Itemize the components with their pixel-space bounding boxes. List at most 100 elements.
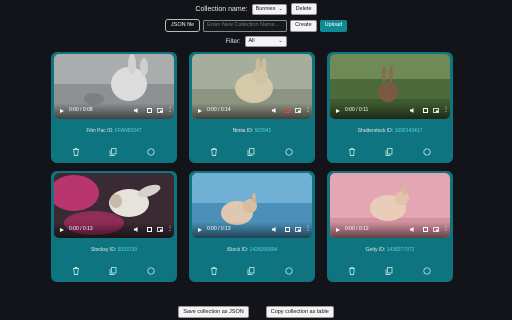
volume-icon[interactable] <box>410 227 416 232</box>
video-controls: 0:00 / 0:13 ⋮ <box>192 222 312 238</box>
play-icon[interactable] <box>198 109 202 113</box>
video-player[interactable]: 0:00 / 0:12 ⋮ <box>330 173 450 238</box>
video-caption: Getty ID: 1438277972 <box>327 247 453 253</box>
fullscreen-icon[interactable] <box>423 108 428 113</box>
source-label: Stocksy ID: <box>90 247 117 253</box>
card-actions <box>327 148 453 156</box>
trash-icon[interactable] <box>348 267 356 275</box>
trash-icon[interactable] <box>348 148 356 156</box>
source-id: 1438277972 <box>386 247 415 253</box>
video-card: 0:00 / 0:11 ⋮ Shutterstock ID: 109014341… <box>327 52 453 163</box>
filter-label: Filter: <box>225 38 241 45</box>
play-icon[interactable] <box>60 228 64 232</box>
video-card: 0:00 / 0:13 ⋮ iStock ID: 1428266894 <box>189 171 315 282</box>
filter-select[interactable]: All ⌄ <box>244 36 287 47</box>
more-icon[interactable]: ⋮ <box>443 107 449 113</box>
video-time: 0:00 / 0:08 <box>69 107 93 113</box>
video-player[interactable]: 0:00 / 0:08 ⋮ <box>54 54 174 119</box>
card-actions <box>51 267 177 275</box>
footer-actions: Save collection as JSON Copy collection … <box>0 306 512 318</box>
copy-icon[interactable] <box>385 267 393 275</box>
pip-icon[interactable] <box>433 108 439 113</box>
card-actions <box>51 148 177 156</box>
video-time: 0:00 / 0:12 <box>345 226 369 232</box>
pip-icon[interactable] <box>295 108 301 113</box>
video-caption: Film Pac ID: FFAN83347 <box>51 128 177 134</box>
copy-icon[interactable] <box>109 148 117 156</box>
copy-icon[interactable] <box>385 148 393 156</box>
filter-select-value: All <box>248 38 255 44</box>
source-label: Shutterstock ID: <box>357 128 394 134</box>
source-id: 5033739 <box>117 247 138 253</box>
circle-icon[interactable] <box>423 148 431 156</box>
create-button[interactable]: Create <box>290 19 317 32</box>
source-label: Film Pac ID: <box>86 128 114 134</box>
circle-icon[interactable] <box>423 267 431 275</box>
delete-button[interactable]: Delete <box>290 3 317 15</box>
trash-icon[interactable] <box>72 148 80 156</box>
more-icon[interactable]: ⋮ <box>167 226 173 232</box>
source-id: 1428266894 <box>249 247 278 253</box>
trash-icon[interactable] <box>72 267 80 275</box>
volume-icon[interactable] <box>410 108 416 113</box>
video-controls: 0:00 / 0:08 ⋮ <box>54 103 174 119</box>
pip-icon[interactable] <box>157 227 163 232</box>
video-player[interactable]: 0:00 / 0:14 ⋮ <box>192 54 312 119</box>
save-json-button[interactable]: Save collection as JSON <box>178 306 249 318</box>
filter-row: Filter: All ⌄ <box>0 36 512 47</box>
copy-table-button[interactable]: Copy collection as table <box>265 306 334 318</box>
video-time: 0:00 / 0:13 <box>69 226 93 232</box>
more-icon[interactable]: ⋮ <box>305 107 311 113</box>
more-icon[interactable]: ⋮ <box>443 226 449 232</box>
video-controls: 0:00 / 0:12 ⋮ <box>330 222 450 238</box>
copy-icon[interactable] <box>247 148 255 156</box>
play-icon[interactable] <box>198 228 202 232</box>
video-card: 0:00 / 0:14 ⋮ Nimia ID: 503941 <box>189 52 315 163</box>
volume-icon[interactable] <box>134 108 140 113</box>
pip-icon[interactable] <box>295 227 301 232</box>
source-label: iStock ID: <box>226 247 249 253</box>
pip-icon[interactable] <box>157 108 163 113</box>
volume-icon[interactable] <box>272 227 278 232</box>
video-caption: iStock ID: 1428266894 <box>189 247 315 253</box>
circle-icon[interactable] <box>285 148 293 156</box>
upload-button[interactable]: Upload <box>319 19 348 32</box>
copy-icon[interactable] <box>247 267 255 275</box>
play-icon[interactable] <box>336 109 340 113</box>
video-player[interactable]: 0:00 / 0:13 ⋮ <box>192 173 312 238</box>
collection-row: Collection name: Bunnies ⌄ Delete <box>0 3 512 15</box>
volume-icon[interactable] <box>272 108 278 113</box>
pip-icon[interactable] <box>433 227 439 232</box>
volume-icon[interactable] <box>134 227 140 232</box>
play-icon[interactable] <box>336 228 340 232</box>
json-file-button[interactable]: JSON file <box>164 19 201 32</box>
card-actions <box>189 148 315 156</box>
video-card: 0:00 / 0:08 ⋮ Film Pac ID: FFAN83347 <box>51 52 177 163</box>
circle-icon[interactable] <box>147 148 155 156</box>
video-caption: Stocksy ID: 5033739 <box>51 247 177 253</box>
fullscreen-icon[interactable] <box>423 227 428 232</box>
copy-icon[interactable] <box>109 267 117 275</box>
collection-select[interactable]: Bunnies ⌄ <box>251 3 287 15</box>
more-icon[interactable]: ⋮ <box>167 107 173 113</box>
video-controls: 0:00 / 0:13 ⋮ <box>54 222 174 238</box>
new-collection-input[interactable]: Enter New Collection Name... <box>203 19 288 32</box>
circle-icon[interactable] <box>285 267 293 275</box>
video-caption: Shutterstock ID: 1090143417 <box>327 128 453 134</box>
trash-icon[interactable] <box>210 267 218 275</box>
collection-select-value: Bunnies <box>255 5 276 12</box>
video-player[interactable]: 0:00 / 0:13 ⋮ <box>54 173 174 238</box>
video-time: 0:00 / 0:13 <box>207 226 231 232</box>
fullscreen-icon[interactable] <box>147 227 152 232</box>
more-icon[interactable]: ⋮ <box>305 226 311 232</box>
trash-icon[interactable] <box>210 148 218 156</box>
video-time: 0:00 / 0:11 <box>345 107 369 113</box>
circle-icon[interactable] <box>147 267 155 275</box>
video-player[interactable]: 0:00 / 0:11 ⋮ <box>330 54 450 119</box>
play-icon[interactable] <box>60 109 64 113</box>
video-card: 0:00 / 0:13 ⋮ Stocksy ID: 5033739 <box>51 171 177 282</box>
fullscreen-icon[interactable] <box>285 108 290 113</box>
source-id: FFAN83347 <box>114 128 142 134</box>
fullscreen-icon[interactable] <box>147 108 152 113</box>
fullscreen-icon[interactable] <box>285 227 290 232</box>
